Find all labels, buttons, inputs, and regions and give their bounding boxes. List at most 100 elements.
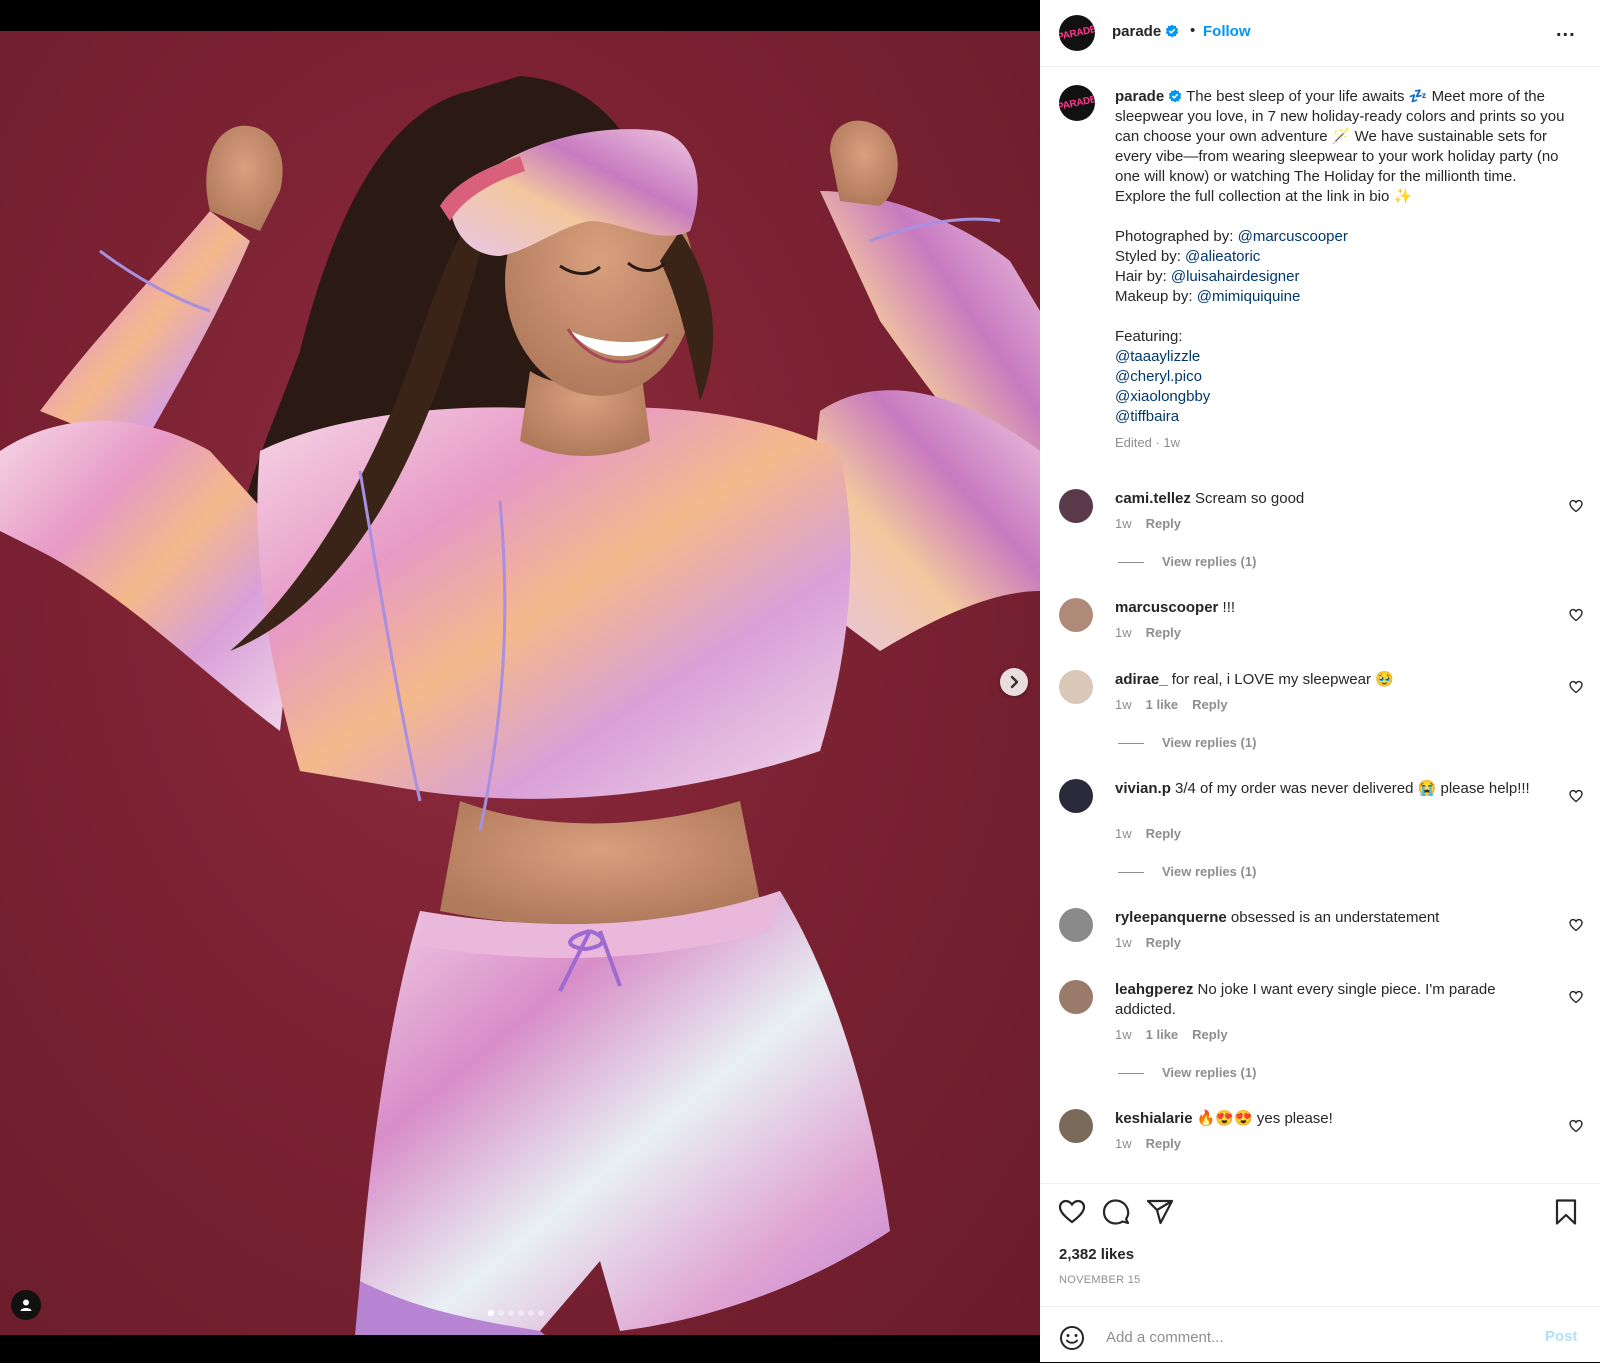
credit-line: Photographed by: @marcuscooper: [1115, 227, 1565, 247]
post-panel: PARADE parade • Follow ... PARADE parade…: [1040, 0, 1600, 1362]
reply-button[interactable]: Reply: [1192, 697, 1227, 712]
commenter-username[interactable]: keshialarie: [1115, 1110, 1193, 1127]
view-replies-button[interactable]: View replies (1): [1118, 864, 1256, 879]
credit-label: Photographed by:: [1115, 228, 1238, 245]
featured-handle-link[interactable]: @tiffbaira: [1115, 407, 1565, 427]
featuring-label: Featuring:: [1115, 328, 1183, 345]
featuring-list: @taaaylizzle @cheryl.pico @xiaolongbby @tif…: [1115, 347, 1565, 427]
comment-like-heart-icon[interactable]: [1569, 918, 1583, 932]
comment-like-count[interactable]: 1 like: [1146, 697, 1179, 712]
more-options-button[interactable]: ...: [1556, 20, 1576, 40]
comment-time: 1w: [1115, 516, 1132, 531]
comment-meta: 1w Reply: [1115, 516, 1195, 531]
credit-label: Makeup by:: [1115, 288, 1197, 305]
reply-button[interactable]: Reply: [1146, 516, 1181, 531]
caption-body: parade The best sleep of your life await…: [1115, 87, 1565, 207]
author-username[interactable]: parade: [1112, 23, 1161, 40]
comment-meta: 1w Reply: [1115, 935, 1195, 950]
view-replies-button[interactable]: View replies (1): [1118, 1065, 1256, 1080]
post-photo[interactable]: [0, 31, 1040, 1335]
comment-text: Scream so good: [1195, 490, 1305, 507]
reply-button[interactable]: Reply: [1192, 1027, 1227, 1042]
caption-credits: Photographed by: @marcuscooper Styled by:…: [1115, 227, 1565, 307]
parade-logo: PARADE: [1059, 23, 1095, 43]
comment-body: ryleepanquerne obsessed is an understate…: [1115, 908, 1535, 928]
reply-button[interactable]: Reply: [1146, 935, 1181, 950]
heart-icon[interactable]: [1058, 1198, 1086, 1226]
commenter-avatar[interactable]: [1059, 980, 1093, 1014]
comment-text: !!!: [1222, 599, 1236, 616]
credit-line: Makeup by: @mimiquiquine: [1115, 287, 1565, 307]
comments-scroll-area[interactable]: PARADE parade The best sleep of your lif…: [1040, 67, 1600, 1182]
share-icon[interactable]: [1146, 1198, 1174, 1226]
credit-handle-link[interactable]: @alieatoric: [1185, 248, 1260, 265]
next-photo-button[interactable]: [1000, 668, 1028, 696]
caption-author-avatar[interactable]: PARADE: [1059, 85, 1095, 121]
comment-like-heart-icon[interactable]: [1569, 608, 1583, 622]
comment-like-heart-icon[interactable]: [1569, 680, 1583, 694]
featured-handle-link[interactable]: @cheryl.pico: [1115, 367, 1565, 387]
carousel-dot: [538, 1310, 544, 1316]
author-avatar[interactable]: PARADE: [1059, 15, 1095, 51]
comment-time: 1w: [1115, 1027, 1132, 1042]
user-tag-icon: [20, 1299, 32, 1311]
credit-handle-link[interactable]: @luisahairdesigner: [1171, 268, 1300, 285]
view-replies-button[interactable]: View replies (1): [1118, 554, 1256, 569]
comment-body: leahgperez No joke I want every single p…: [1115, 980, 1535, 1020]
comment-text: for real, i LOVE my sleepwear 🥹: [1171, 671, 1394, 688]
view-replies-button[interactable]: View replies (1): [1118, 735, 1256, 750]
user-tags-button[interactable]: [11, 1290, 41, 1320]
reply-button[interactable]: Reply: [1146, 1136, 1181, 1151]
follow-button[interactable]: Follow: [1203, 23, 1251, 40]
comment-like-heart-icon[interactable]: [1569, 990, 1583, 1004]
page: PARADE parade • Follow ... PARADE parade…: [0, 0, 1600, 1362]
comment-icon[interactable]: [1102, 1198, 1130, 1226]
commenter-avatar[interactable]: [1059, 489, 1093, 523]
view-replies-label: View replies (1): [1162, 554, 1257, 569]
comment-like-heart-icon[interactable]: [1569, 499, 1583, 513]
carousel-dot: [518, 1310, 524, 1316]
commenter-username[interactable]: leahgperez: [1115, 981, 1193, 998]
like-count[interactable]: 2,382 likes: [1059, 1246, 1134, 1263]
view-replies-label: View replies (1): [1162, 1065, 1257, 1080]
commenter-username[interactable]: vivian.p: [1115, 780, 1171, 797]
post-comment-button[interactable]: Post: [1545, 1328, 1578, 1345]
comment-meta: 1w 1 like Reply: [1115, 697, 1242, 712]
emoji-icon[interactable]: [1059, 1325, 1085, 1351]
featured-handle-link[interactable]: @xiaolongbby: [1115, 387, 1565, 407]
credit-line: Hair by: @luisahairdesigner: [1115, 267, 1565, 287]
reply-thread-line: [1118, 562, 1144, 564]
edited-timestamp: Edited · 1w: [1115, 435, 1181, 450]
comment-meta: 1w Reply: [1115, 826, 1195, 841]
commenter-avatar[interactable]: [1059, 670, 1093, 704]
comment-time: 1w: [1115, 935, 1132, 950]
comment-body: vivian.p 3/4 of my order was never deliv…: [1115, 779, 1535, 799]
bookmark-icon[interactable]: [1552, 1198, 1580, 1226]
comment-like-count[interactable]: 1 like: [1146, 1027, 1179, 1042]
credit-handle-link[interactable]: @marcuscooper: [1238, 228, 1348, 245]
parade-logo: PARADE: [1059, 93, 1095, 113]
commenter-avatar[interactable]: [1059, 598, 1093, 632]
carousel-dot: [528, 1310, 534, 1316]
commenter-username[interactable]: adirae_: [1115, 671, 1168, 688]
reply-button[interactable]: Reply: [1146, 826, 1181, 841]
model-illustration: [0, 76, 1040, 1335]
caption-username[interactable]: parade: [1115, 88, 1164, 105]
credit-label: Hair by:: [1115, 268, 1171, 285]
action-bar: 2,382 likes NOVEMBER 15: [1040, 1183, 1600, 1286]
comment-meta: 1w Reply: [1115, 625, 1195, 640]
commenter-avatar[interactable]: [1059, 779, 1093, 813]
comment-input[interactable]: [1104, 1322, 1508, 1352]
comment-like-heart-icon[interactable]: [1569, 789, 1583, 803]
commenter-username[interactable]: marcuscooper: [1115, 599, 1218, 616]
reply-button[interactable]: Reply: [1146, 625, 1181, 640]
featured-handle-link[interactable]: @taaaylizzle: [1115, 347, 1565, 367]
comment-text: obsessed is an understatement: [1230, 909, 1440, 926]
commenter-username[interactable]: cami.tellez: [1115, 490, 1191, 507]
credit-handle-link[interactable]: @mimiquiquine: [1197, 288, 1301, 305]
comment-body: adirae_ for real, i LOVE my sleepwear 🥹: [1115, 670, 1535, 690]
comment-like-heart-icon[interactable]: [1569, 1119, 1583, 1133]
commenter-avatar[interactable]: [1059, 908, 1093, 942]
commenter-avatar[interactable]: [1059, 1109, 1093, 1143]
commenter-username[interactable]: ryleepanquerne: [1115, 909, 1227, 926]
